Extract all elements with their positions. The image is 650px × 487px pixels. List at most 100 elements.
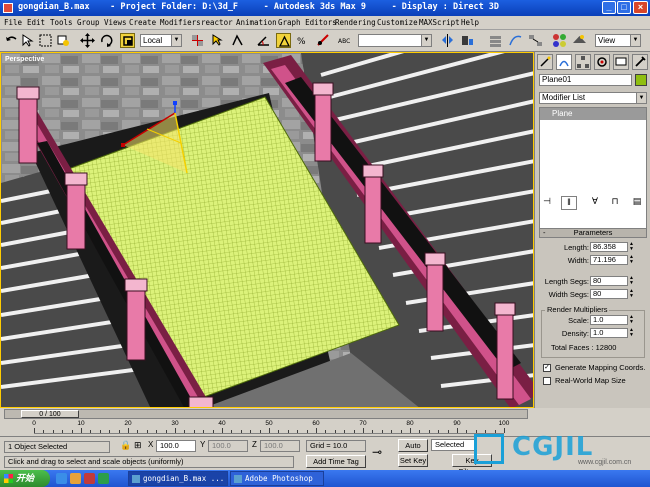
pin-stack-icon[interactable]: ⊣	[539, 196, 555, 210]
menu-modifiers[interactable]: Modifiers	[160, 18, 201, 27]
density-spinner-icon[interactable]: ▲ ▼	[629, 328, 635, 338]
menu-customize[interactable]: Customize	[377, 18, 418, 27]
menu-tools[interactable]: Tools	[50, 18, 73, 27]
viewport-label[interactable]: Perspective	[5, 56, 44, 63]
material-editor-icon[interactable]	[552, 33, 567, 48]
object-color-swatch[interactable]	[635, 74, 647, 86]
task-3dsmax[interactable]: gongdian_B.max ...	[128, 471, 228, 486]
remove-modifier-icon[interactable]: ⊓	[607, 196, 623, 210]
quicklaunch-media-icon[interactable]	[70, 473, 81, 484]
snap-icon[interactable]	[230, 33, 245, 48]
z-coordinate-input[interactable]: 100.0	[260, 440, 300, 452]
start-button[interactable]: 开始	[0, 470, 50, 487]
show-end-result-icon[interactable]: ‖	[561, 196, 577, 210]
width-segs-input[interactable]: 80	[590, 289, 628, 299]
app-icon[interactable]	[3, 3, 13, 13]
modifier-stack: Plane	[539, 107, 647, 232]
track-bar[interactable]: 0 10 20 30 40 50 60 70 80 90 100	[32, 420, 509, 434]
minimize-button[interactable]: _	[602, 1, 616, 14]
reference-coord-dropdown[interactable]: Local ▼	[140, 34, 182, 47]
menu-file[interactable]: File	[4, 18, 22, 27]
render-type-dropdown[interactable]: View ▼	[595, 34, 641, 47]
auto-key-button[interactable]: Auto Key	[398, 439, 428, 461]
menu-group[interactable]: Group	[77, 18, 100, 27]
quicklaunch-desktop-icon[interactable]	[98, 473, 109, 484]
hierarchy-tab-icon[interactable]	[575, 54, 591, 70]
perspective-viewport[interactable]: Perspective	[0, 52, 534, 408]
schematic-view-icon[interactable]	[528, 33, 543, 48]
width-segs-spinner-icon[interactable]: ▲ ▼	[629, 289, 635, 299]
lock-selection-icon[interactable]: 🔒	[120, 440, 131, 452]
curve-editor-icon[interactable]	[508, 33, 523, 48]
align-icon[interactable]	[460, 33, 475, 48]
real-world-map-size-checkbox[interactable]: Real-World Map Size	[543, 376, 648, 386]
window-crossing-icon[interactable]	[56, 33, 71, 48]
stack-item-plane[interactable]: Plane	[540, 108, 646, 120]
named-selection-icon[interactable]: ABC	[338, 33, 353, 48]
move-icon[interactable]	[80, 33, 95, 48]
close-button[interactable]: ×	[633, 1, 648, 14]
track-bar-tick	[287, 430, 289, 433]
select-region-icon[interactable]	[38, 33, 53, 48]
length-spinner-icon[interactable]: ▲ ▼	[629, 242, 635, 252]
rotate-icon[interactable]	[99, 33, 114, 48]
menu-rendering[interactable]: Rendering	[335, 18, 376, 27]
modifier-list-dropdown[interactable]: Modifier List ▼	[539, 92, 647, 104]
layer-manager-icon[interactable]	[488, 33, 503, 48]
menu-graph-editors[interactable]: Graph Editors	[278, 18, 337, 27]
density-input[interactable]: 1.0	[590, 328, 628, 338]
time-slider-thumb[interactable]: 0 / 100	[21, 410, 79, 418]
spinner-snap-icon[interactable]: %	[296, 33, 311, 48]
time-slider[interactable]: 0 / 100	[4, 409, 528, 419]
length-input[interactable]: 86.358	[590, 242, 628, 252]
main-toolbar: Local ▼ % ABC ▼ View ▼	[0, 30, 650, 52]
menu-maxscript[interactable]: MAXScript	[419, 18, 460, 27]
modify-tab-icon[interactable]	[556, 54, 572, 70]
task-photoshop[interactable]: Adobe Photoshop	[230, 471, 324, 486]
mirror-icon[interactable]	[440, 33, 455, 48]
select-manipulate-icon[interactable]	[210, 33, 225, 48]
pivot-icon[interactable]	[190, 33, 205, 48]
scale-input[interactable]: 1.0	[590, 315, 628, 325]
length-segs-input[interactable]: 80	[590, 276, 628, 286]
maximize-button[interactable]: □	[617, 1, 631, 14]
select-icon[interactable]	[20, 33, 35, 48]
edit-named-selection-icon[interactable]	[316, 33, 331, 48]
menu-help[interactable]: Help	[461, 18, 479, 27]
generate-mapping-checkbox[interactable]: ✓ Generate Mapping Coords.	[543, 363, 648, 373]
set-key-button[interactable]: Set Key	[398, 454, 428, 467]
menu-views[interactable]: Views	[104, 18, 127, 27]
utilities-tab-icon[interactable]	[632, 54, 648, 70]
y-coordinate-input[interactable]: 100.0	[208, 440, 248, 452]
named-selection-dropdown[interactable]: ▼	[358, 34, 432, 47]
title-bar: gongdian_B.max - Project Folder: D:\3d_F…	[0, 0, 650, 16]
x-coordinate-input[interactable]: 100.0	[156, 440, 196, 452]
absolute-mode-icon[interactable]: ⊞	[134, 440, 146, 452]
display-tab-icon[interactable]	[613, 54, 629, 70]
menu-reactor[interactable]: reactor	[201, 18, 233, 27]
percent-snap-icon[interactable]	[276, 33, 291, 48]
key-mode-dropdown[interactable]: Selected	[431, 439, 475, 451]
quicklaunch-ie-icon[interactable]	[56, 473, 67, 484]
track-bar-tick	[71, 430, 73, 433]
angle-snap-icon[interactable]	[256, 33, 271, 48]
key-icon[interactable]: ⊸	[372, 445, 394, 459]
menu-create[interactable]: Create	[129, 18, 156, 27]
scale-spinner-icon[interactable]: ▲ ▼	[629, 315, 635, 325]
configure-sets-icon[interactable]: ▤	[629, 196, 645, 210]
motion-tab-icon[interactable]	[594, 54, 610, 70]
scale-icon[interactable]	[120, 33, 135, 48]
make-unique-icon[interactable]: ∀	[587, 196, 603, 210]
length-segs-spinner-icon[interactable]: ▲ ▼	[629, 276, 635, 286]
render-scene-icon[interactable]	[572, 33, 587, 48]
undo-icon[interactable]	[4, 33, 19, 48]
create-tab-icon[interactable]	[537, 54, 553, 70]
object-name-field[interactable]: Plane01	[539, 74, 632, 86]
menu-animation[interactable]: Animation	[236, 18, 277, 27]
parameters-rollout-header[interactable]: - Parameters	[539, 228, 647, 238]
quicklaunch-app-icon[interactable]	[84, 473, 95, 484]
add-time-tag-button[interactable]: Add Time Tag	[306, 455, 366, 468]
menu-edit[interactable]: Edit	[27, 18, 45, 27]
width-spinner-icon[interactable]: ▲ ▼	[629, 255, 635, 265]
width-input[interactable]: 71.196	[590, 255, 628, 265]
